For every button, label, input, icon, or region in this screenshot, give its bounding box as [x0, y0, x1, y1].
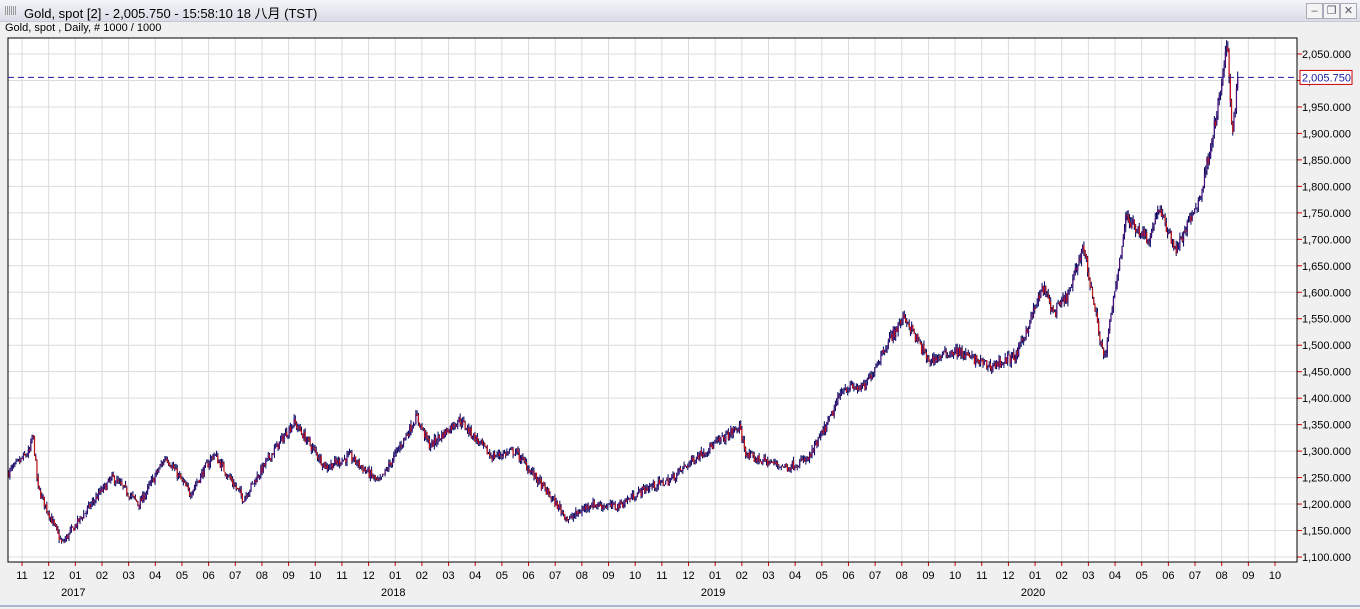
x-tick-label: 01	[1029, 570, 1041, 582]
price-chart[interactable]: 1,100.000 1,150.000 1,200.000 1,250.000 1,30…	[0, 0, 1360, 609]
y-tick-label: 1,650.000	[1302, 261, 1351, 273]
x-tick-label: 04	[149, 570, 161, 582]
x-tick-label: 07	[549, 570, 561, 582]
x-tick-label: 06	[1162, 570, 1174, 582]
x-tick-label: 09	[922, 570, 934, 582]
y-tick-label: 1,100.000	[1302, 552, 1351, 564]
x-year-label: 2017	[61, 587, 85, 599]
x-tick-label: 04	[789, 570, 801, 582]
x-tick-label: 08	[896, 570, 908, 582]
x-tick-label: 12	[43, 570, 55, 582]
x-tick-label: 11	[16, 570, 27, 582]
x-tick-label: 04	[469, 570, 481, 582]
window-border	[0, 605, 1360, 607]
x-year-label: 2019	[701, 587, 725, 599]
x-tick-label: 12	[1002, 570, 1014, 582]
x-year-label: 2018	[381, 587, 405, 599]
x-tick-label: 04	[1109, 570, 1121, 582]
y-tick-label: 1,550.000	[1302, 314, 1351, 326]
x-tick-label: 08	[256, 570, 268, 582]
y-tick-label: 1,600.000	[1302, 287, 1351, 299]
x-tick-label: 12	[362, 570, 374, 582]
y-tick-label: 1,350.000	[1302, 420, 1351, 432]
y-tick-label: 1,400.000	[1302, 393, 1351, 405]
x-tick-label: 02	[416, 570, 428, 582]
x-tick-label: 05	[176, 570, 188, 582]
y-tick-label: 1,300.000	[1302, 446, 1351, 458]
y-tick-label: 1,750.000	[1302, 208, 1351, 220]
x-tick-label: 01	[69, 570, 81, 582]
x-tick-label: 03	[442, 570, 454, 582]
x-tick-label: 08	[1216, 570, 1228, 582]
y-tick-label: 2,050.000	[1302, 49, 1351, 61]
x-tick-label: 11	[656, 570, 667, 582]
x-year-label: 2020	[1021, 587, 1045, 599]
current-price-label: 2,005.750	[1302, 72, 1351, 84]
x-tick-label: 10	[309, 570, 321, 582]
x-tick-label: 09	[282, 570, 294, 582]
x-tick-label: 07	[229, 570, 241, 582]
x-tick-label: 07	[869, 570, 881, 582]
x-tick-label: 09	[602, 570, 614, 582]
y-tick-label: 1,450.000	[1302, 367, 1351, 379]
x-tick-label: 11	[336, 570, 347, 582]
x-tick-label: 10	[1269, 570, 1281, 582]
x-tick-label: 08	[576, 570, 588, 582]
x-tick-label: 02	[736, 570, 748, 582]
x-tick-label: 03	[123, 570, 135, 582]
y-tick-label: 1,700.000	[1302, 234, 1351, 246]
x-tick-label: 02	[96, 570, 108, 582]
x-tick-label: 10	[949, 570, 961, 582]
y-tick-label: 1,200.000	[1302, 499, 1351, 511]
x-tick-label: 03	[762, 570, 774, 582]
x-tick-label: 05	[816, 570, 828, 582]
y-tick-label: 1,250.000	[1302, 473, 1351, 485]
y-tick-label: 1,800.000	[1302, 181, 1351, 193]
x-tick-label: 10	[629, 570, 641, 582]
x-tick-label: 06	[842, 570, 854, 582]
x-tick-label: 12	[682, 570, 694, 582]
x-tick-label: 06	[522, 570, 534, 582]
y-tick-label: 1,900.000	[1302, 128, 1351, 140]
y-tick-label: 1,500.000	[1302, 340, 1351, 352]
y-tick-label: 1,850.000	[1302, 155, 1351, 167]
x-tick-label: 05	[1136, 570, 1148, 582]
x-tick-label: 07	[1189, 570, 1201, 582]
y-tick-label: 1,950.000	[1302, 102, 1351, 114]
x-tick-label: 11	[976, 570, 987, 582]
x-tick-label: 09	[1242, 570, 1254, 582]
x-tick-label: 03	[1082, 570, 1094, 582]
x-tick-label: 06	[202, 570, 214, 582]
x-tick-label: 01	[709, 570, 721, 582]
x-tick-label: 02	[1056, 570, 1068, 582]
y-tick-label: 1,150.000	[1302, 526, 1351, 538]
x-tick-label: 05	[496, 570, 508, 582]
x-tick-label: 01	[389, 570, 401, 582]
